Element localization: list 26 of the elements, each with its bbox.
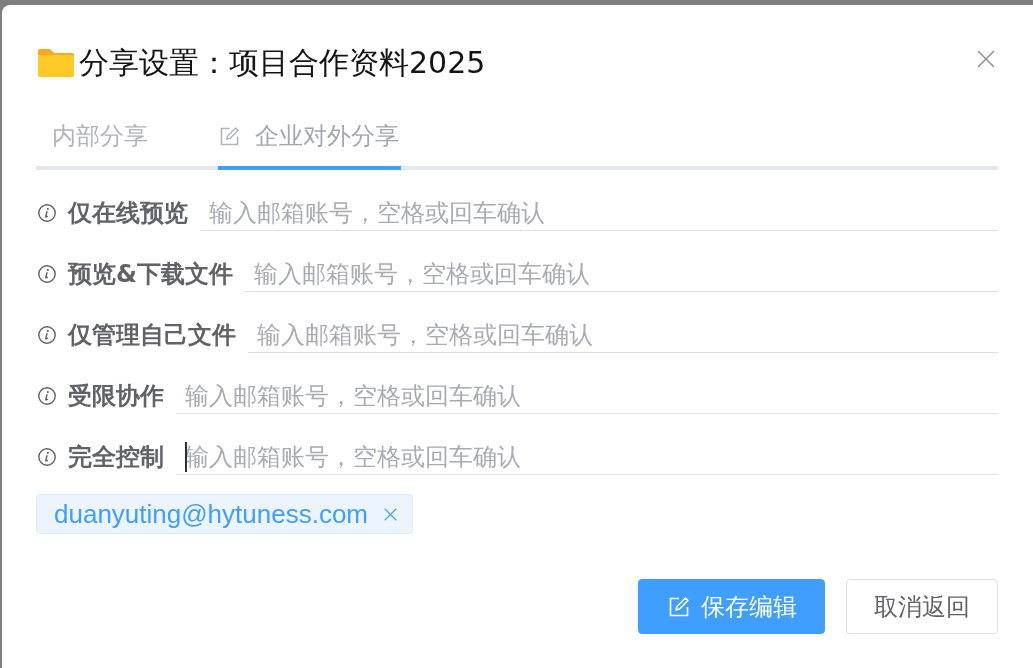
permission-label: 仅在线预览 — [68, 198, 188, 229]
info-icon — [38, 204, 56, 222]
email-input-field[interactable]: 输入邮箱账号，空格或回车确认 — [200, 196, 998, 231]
permission-label: 预览&下载文件 — [68, 259, 233, 290]
email-input-field[interactable]: 输入邮箱账号，空格或回车确认 — [176, 379, 998, 414]
email-address: duanyuting@hytuness.com — [54, 498, 369, 530]
permission-label: 受限协作 — [68, 381, 164, 412]
info-icon — [38, 326, 56, 344]
remove-icon[interactable] — [384, 507, 398, 521]
email-input-field[interactable]: 输入邮箱账号，空格或回车确认 — [176, 440, 998, 475]
permission-label: 完全控制 — [68, 442, 164, 473]
cancel-button[interactable]: 取消返回 — [846, 579, 998, 634]
permission-label: 仅管理自己文件 — [68, 320, 236, 351]
email-input-field[interactable]: 输入邮箱账号，空格或回车确认 — [248, 318, 998, 353]
info-icon — [38, 448, 56, 466]
dialog-title: 分享设置：项目合作资料2025 — [79, 44, 486, 82]
folder-icon — [38, 49, 74, 77]
edit-icon — [220, 126, 239, 146]
email-input-field[interactable]: 输入邮箱账号，空格或回车确认 — [244, 257, 998, 292]
info-icon — [38, 387, 56, 405]
save-button[interactable]: 保存编辑 — [638, 579, 825, 634]
tab[interactable]: 内部分享 — [50, 116, 150, 170]
edit-icon — [669, 596, 689, 617]
close-button[interactable] — [976, 49, 996, 69]
tab[interactable]: 企业对外分享 — [218, 116, 401, 170]
info-icon — [38, 265, 56, 283]
